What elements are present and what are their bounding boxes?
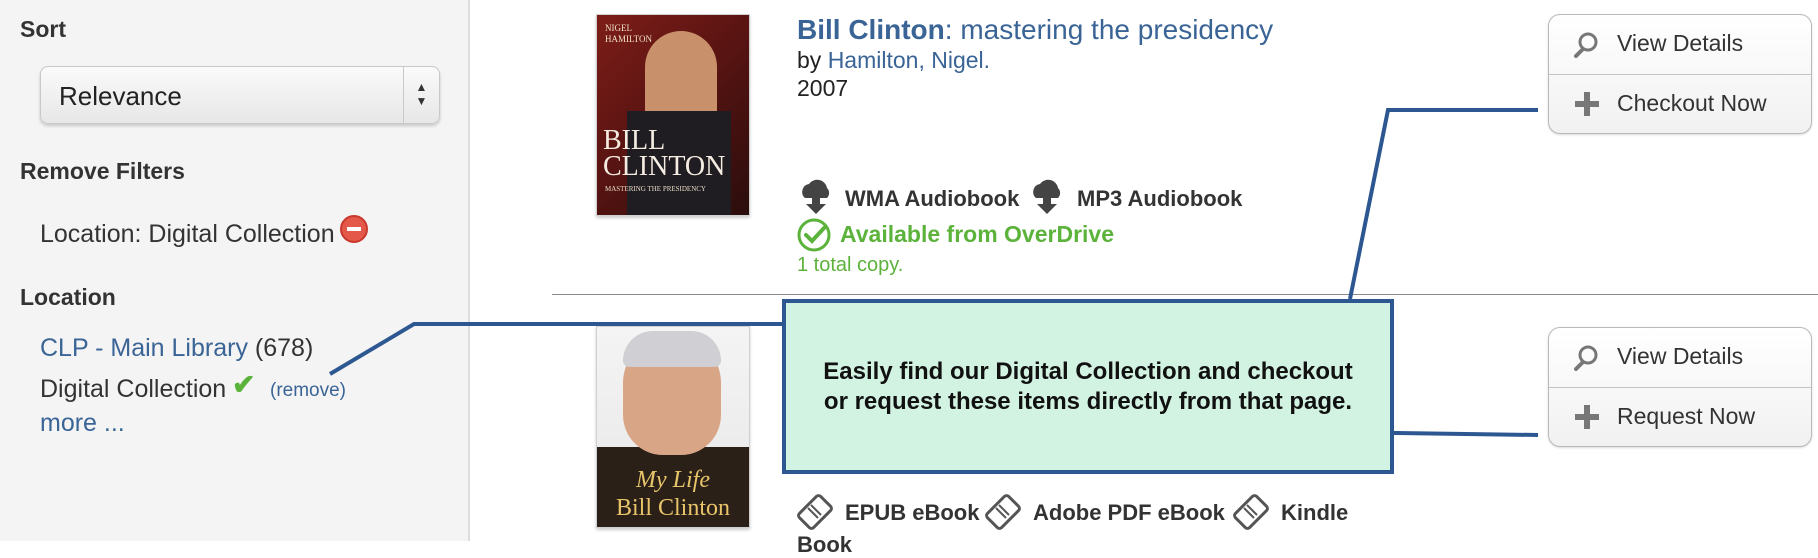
callout-box: Easily find our Digital Collection and c… — [782, 299, 1394, 474]
result-byline: by Hamilton, Nigel. — [797, 47, 990, 74]
view-details-label: View Details — [1617, 30, 1744, 56]
cover-author-text: NIGEL HAMILTON — [605, 23, 653, 44]
result-divider — [552, 294, 1818, 295]
format-kindle: Kindle — [1281, 500, 1349, 525]
view-details-icon — [1574, 345, 1598, 371]
location-item-digital-collection: Digital Collection — [40, 375, 227, 403]
cover-title-line2: Bill Clinton — [615, 495, 731, 521]
sort-selected-value: Relevance — [59, 81, 182, 111]
request-now-button[interactable]: Request Now — [1549, 387, 1811, 446]
sort-heading: Sort — [20, 16, 66, 42]
result-title-main: Bill Clinton — [797, 14, 945, 45]
request-now-label: Request Now — [1617, 403, 1756, 429]
sort-select[interactable]: Relevance ▲ ▼ — [40, 66, 440, 124]
result-1-actions: View Details Checkout Now — [1548, 14, 1812, 134]
plus-icon — [1575, 92, 1599, 116]
callout-text: Easily find our Digital Collection and c… — [823, 357, 1353, 415]
location-count: (678) — [254, 334, 314, 362]
view-details-icon — [1574, 32, 1598, 58]
view-details-button[interactable]: View Details — [1549, 328, 1811, 386]
active-filter-label: Location: Digital Collection — [40, 220, 335, 248]
remove-filters-heading: Remove Filters — [20, 158, 185, 184]
ebook-device-icon — [985, 494, 1021, 530]
by-label: by — [797, 47, 822, 73]
result-2-actions: View Details Request Now — [1548, 327, 1812, 447]
availability-status: Available from OverDrive — [840, 221, 1114, 247]
checkout-now-label: Checkout Now — [1617, 90, 1767, 116]
cover-subtitle: MASTERING THE PRESIDENCY — [605, 185, 706, 193]
cover-hair — [623, 331, 721, 367]
book-cover-image[interactable]: NIGEL HAMILTON BILL CLINTON MASTERING TH… — [596, 14, 750, 216]
plus-icon — [1575, 405, 1599, 429]
download-cloud-icon — [802, 179, 830, 214]
ebook-device-icon — [797, 494, 833, 530]
result-title[interactable]: Bill Clinton: mastering the presidency — [797, 14, 1273, 46]
location-heading: Location — [20, 284, 116, 310]
author-link[interactable]: Hamilton, Nigel. — [828, 47, 990, 73]
sort-arrows-icon: ▲ ▼ — [403, 67, 439, 123]
available-check-icon — [797, 218, 831, 252]
format-wma-audiobook: WMA Audiobook — [845, 186, 1020, 211]
view-details-button[interactable]: View Details — [1549, 15, 1811, 73]
remove-location-link[interactable]: (remove) — [270, 380, 346, 402]
remove-filter-icon[interactable] — [340, 215, 368, 243]
format-kindle-overflow: Book — [797, 532, 852, 557]
format-mp3-audiobook: MP3 Audiobook — [1077, 186, 1243, 211]
copy-count: 1 total copy. — [797, 254, 904, 276]
result-year: 2007 — [797, 75, 849, 101]
result-title-sub: : mastering the presidency — [944, 14, 1274, 45]
location-link-main-library[interactable]: CLP - Main Library — [40, 334, 248, 362]
view-details-label: View Details — [1617, 343, 1744, 369]
cover-title-line2: CLINTON — [603, 151, 726, 182]
checkout-now-button[interactable]: Checkout Now — [1549, 74, 1811, 133]
more-locations-link[interactable]: more ... — [40, 409, 125, 438]
location-item-main-library: CLP - Main Library (678) — [40, 334, 313, 363]
book-cover-image[interactable]: My Life Bill Clinton — [596, 326, 750, 528]
checkmark-icon: ✔ — [232, 369, 256, 400]
cover-title-line1: My Life — [636, 467, 710, 493]
ebook-device-icon — [1233, 494, 1269, 530]
download-cloud-icon — [1033, 179, 1061, 214]
format-epub-ebook: EPUB eBook — [845, 500, 980, 525]
sidebar: Sort Relevance ▲ ▼ Remove Filters Locatio… — [0, 0, 470, 541]
format-adobe-pdf-ebook: Adobe PDF eBook — [1033, 500, 1225, 525]
